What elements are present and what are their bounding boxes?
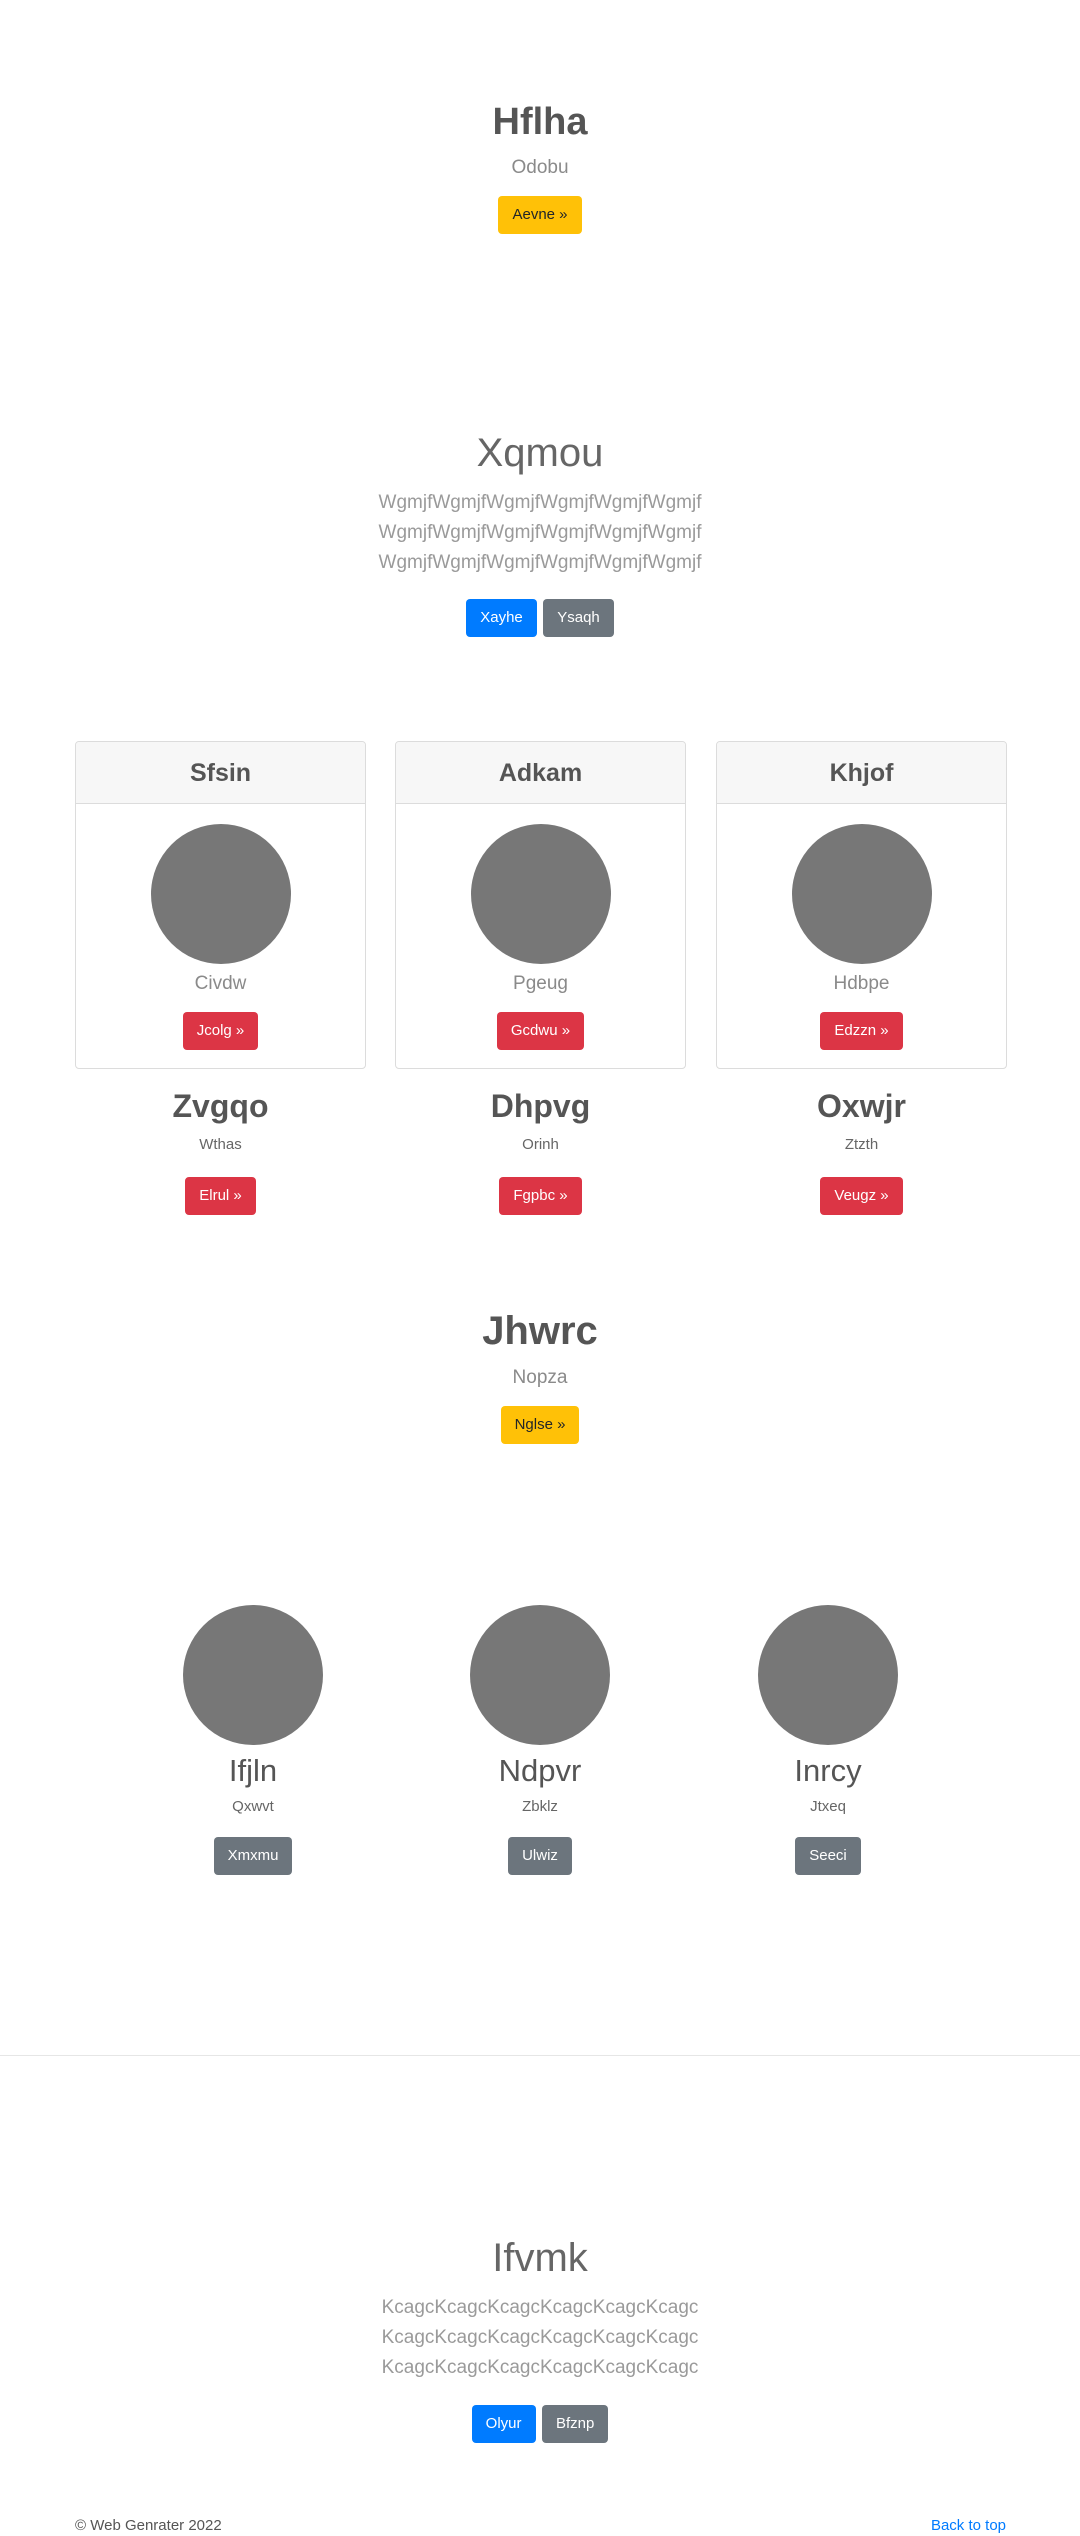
hero-button-group: Xayhe Ysaqh [0, 599, 1080, 637]
hero-section-2: Xqmou WgmjfWgmjfWgmjfWgmjfWgmjfWgmjfWgmj… [0, 428, 1080, 637]
hero-title: Ifvmk [492, 2236, 588, 2280]
hero-paragraph: KcagcKcagcKcagcKcagcKcagcKcagc KcagcKcag… [381, 2297, 699, 2378]
hero-section-4: Ifvmk KcagcKcagcKcagcKcagcKcagcKcagc Kca… [0, 2233, 1080, 2443]
profile-column: Ifjln Qxwvt Xmxmu [138, 1605, 368, 1875]
profile-title: Ndpvr [498, 1753, 582, 1788]
profile-button[interactable]: Ulwiz [508, 1837, 572, 1875]
placeholder-image [470, 1605, 610, 1745]
card: Khjof Hdbpe Edzzn » [716, 741, 1007, 1069]
feature-text: Ztzth [844, 1136, 879, 1153]
card-caption: Hdbpe [833, 973, 890, 994]
placeholder-image [470, 824, 611, 964]
profile-text: Zbklz [522, 1798, 558, 1815]
primary-button[interactable]: Olyur [471, 2405, 536, 2443]
secondary-button[interactable]: Ysaqh [543, 599, 614, 637]
hero-cta-button[interactable]: Aevne » [498, 196, 582, 234]
feature-column: Zvgqo Wthas Elrul » [75, 1086, 366, 1215]
placeholder-image [791, 824, 932, 964]
section-divider [0, 2055, 1080, 2056]
hero-title: Jhwrc [482, 1309, 598, 1353]
card-header: Khjof [717, 742, 1006, 804]
profile-button[interactable]: Xmxmu [213, 1837, 293, 1875]
profile-column: Inrcy Jtxeq Seeci [713, 1605, 943, 1875]
feature-button[interactable]: Veugz » [820, 1177, 903, 1215]
card-button[interactable]: Edzzn » [820, 1012, 903, 1050]
placeholder-image [150, 824, 291, 964]
profile-text: Qxwvt [232, 1798, 274, 1815]
card: Sfsin Civdw Jcolg » [75, 741, 366, 1069]
feature-text: Wthas [199, 1136, 242, 1153]
hero-subtitle: Odobu [511, 157, 569, 178]
back-to-top-link[interactable]: Back to top [931, 2516, 1006, 2536]
feature-text: Orinh [522, 1136, 559, 1153]
profile-column: Ndpvr Zbklz Ulwiz [425, 1605, 655, 1875]
hero-title: Xqmou [476, 431, 604, 475]
profile-title: Inrcy [794, 1753, 862, 1788]
profile-text: Jtxeq [810, 1798, 846, 1815]
hero-button-group: Olyur Bfznp [0, 2405, 1080, 2443]
feature-button[interactable]: Elrul » [185, 1177, 256, 1215]
feature-title: Zvgqo [172, 1088, 269, 1124]
card: Adkam Pgeug Gcdwu » [395, 741, 686, 1069]
placeholder-image [183, 1605, 323, 1745]
card-caption: Civdw [194, 973, 247, 994]
hero-section-1: Hflha Odobu Aevne » [0, 98, 1080, 234]
feature-title: Oxwjr [817, 1088, 906, 1124]
feature-button[interactable]: Fgpbc » [499, 1177, 582, 1215]
placeholder-image [758, 1605, 898, 1745]
secondary-button[interactable]: Bfznp [541, 2405, 609, 2443]
card-header: Sfsin [76, 742, 365, 804]
hero-section-3: Jhwrc Nopza Nglse » [0, 1306, 1080, 1444]
hero-cta-button[interactable]: Nglse » [500, 1406, 580, 1444]
footer-copyright: © Web Genrater 2022 [75, 2517, 222, 2534]
card-header: Adkam [396, 742, 685, 804]
card-button[interactable]: Jcolg » [182, 1012, 259, 1050]
hero-subtitle: Nopza [512, 1367, 568, 1388]
profile-title: Ifjln [228, 1753, 278, 1788]
profile-button[interactable]: Seeci [795, 1837, 861, 1875]
feature-column: Dhpvg Orinh Fgpbc » [395, 1086, 686, 1215]
feature-column: Oxwjr Ztzth Veugz » [716, 1086, 1007, 1215]
card-caption: Pgeug [513, 973, 568, 994]
feature-title: Dhpvg [490, 1088, 591, 1124]
hero-title: Hflha [492, 101, 588, 143]
hero-paragraph: WgmjfWgmjfWgmjfWgmjfWgmjfWgmjfWgmjfWgmjf… [378, 492, 702, 573]
primary-button[interactable]: Xayhe [466, 599, 537, 637]
card-button[interactable]: Gcdwu » [496, 1012, 585, 1050]
